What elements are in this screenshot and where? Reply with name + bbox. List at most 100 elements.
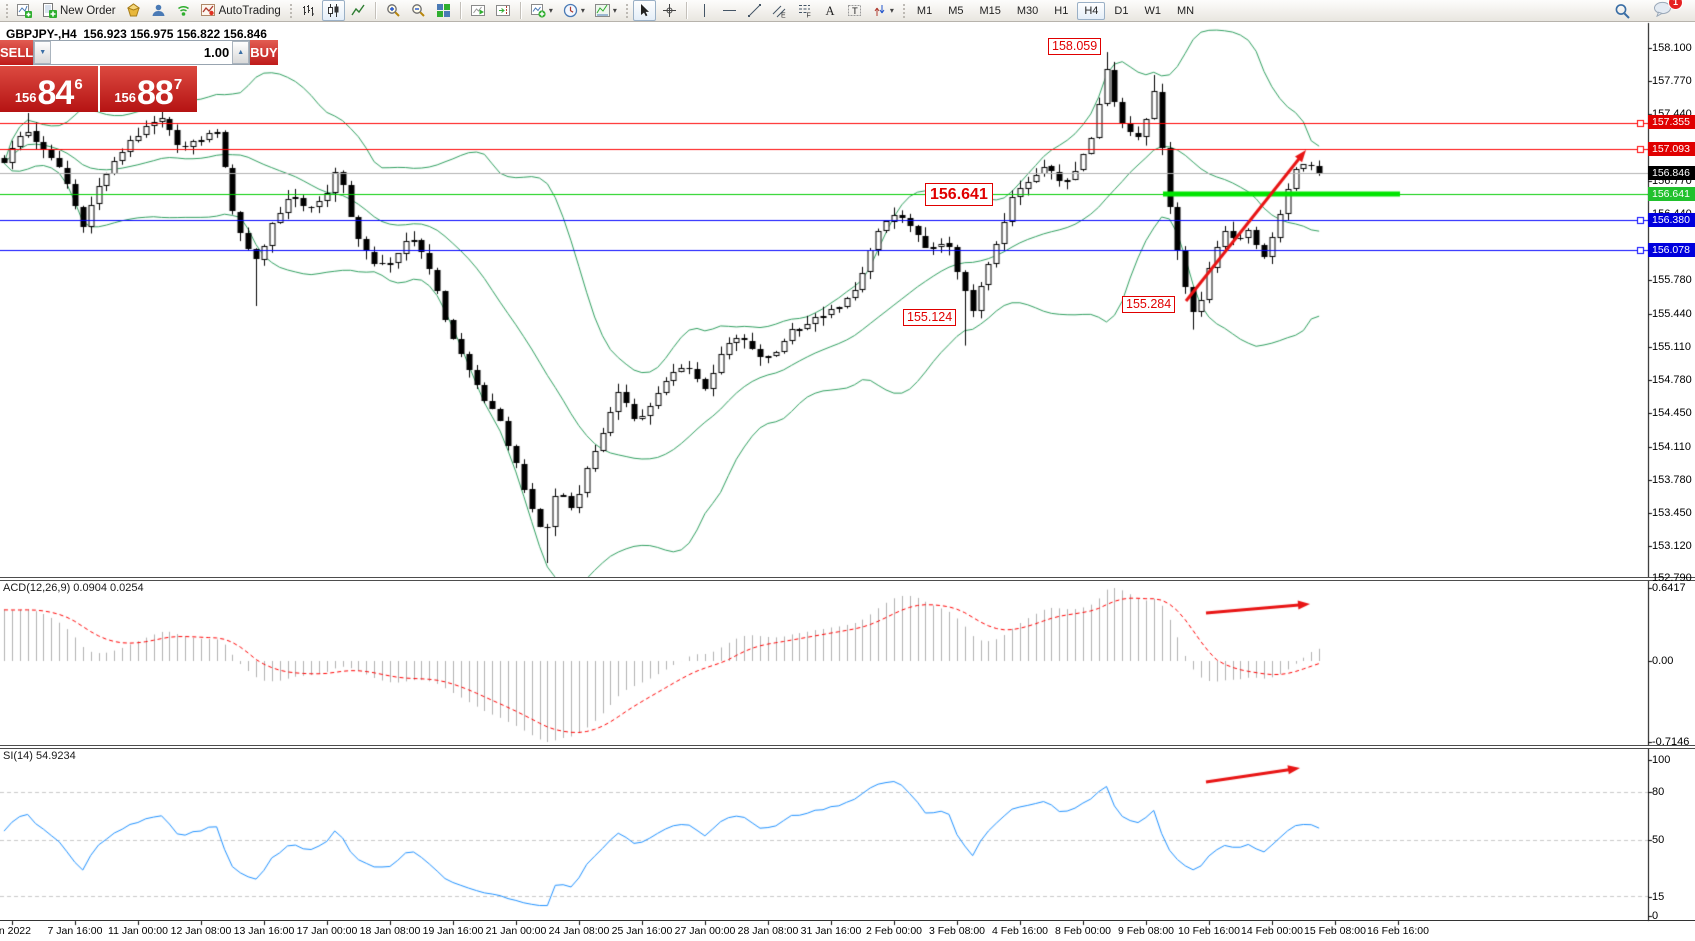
profiles-button[interactable]	[147, 0, 170, 21]
profiles-icon	[151, 3, 166, 18]
price-badge: 156.380	[1648, 213, 1695, 227]
time-axis-label: 12 Jan 08:00	[171, 925, 232, 937]
panel-separator[interactable]	[0, 577, 1695, 581]
indicators-dropdown[interactable]: ▾	[527, 0, 557, 21]
price-callout[interactable]: 155.124	[903, 309, 956, 326]
time-axis-label: 19 Jan 16:00	[423, 925, 484, 937]
svg-text:E: E	[781, 13, 786, 19]
text-button[interactable]: A	[818, 0, 841, 21]
toolbar-grip[interactable]	[902, 3, 906, 18]
toolbar-grip[interactable]	[5, 3, 9, 18]
new-order-icon	[42, 3, 57, 18]
line-chart-button[interactable]	[347, 0, 370, 21]
time-axis-label: 7 Jan 16:00	[48, 925, 103, 937]
volume-increase-button[interactable]: ▲	[232, 41, 249, 64]
timeframe-M5[interactable]: M5	[941, 2, 970, 20]
terminal-window: { "toolbar": { "new_order_label": "New O…	[0, 0, 1695, 941]
volume-decrease-button[interactable]: ▼	[34, 41, 51, 64]
arrows-icon	[872, 3, 887, 18]
new-order-button[interactable]: New Order	[38, 0, 120, 21]
timeframe-D1[interactable]: D1	[1107, 2, 1135, 20]
fibonacci-button[interactable]: F	[793, 0, 816, 21]
timeframes-dropdown[interactable]: ▾	[559, 0, 589, 21]
price-axis-label: 153.120	[1652, 540, 1692, 552]
search-button[interactable]	[1610, 0, 1635, 21]
time-axis-label: 24 Jan 08:00	[549, 925, 610, 937]
price-callout[interactable]: 156.641	[925, 183, 993, 206]
toolbar-right-group: 1	[1609, 0, 1693, 21]
chart-shift-button[interactable]	[492, 0, 515, 21]
sell-button[interactable]: SELL	[0, 40, 33, 65]
bar-chart-button[interactable]	[297, 0, 320, 21]
price-callout[interactable]: 158.059	[1048, 38, 1101, 55]
candlestick-chart-button[interactable]	[322, 0, 345, 21]
autotrading-icon	[201, 3, 216, 18]
price-badge: 157.093	[1648, 142, 1695, 156]
macd-indicator-label: ACD(12,26,9) 0.0904 0.0254	[3, 582, 144, 594]
zoom-out-button[interactable]	[407, 0, 430, 21]
ask-price-big: 88	[137, 79, 173, 109]
bid-price-big: 84	[38, 79, 74, 109]
macd-axis-label: 0.00	[1652, 655, 1673, 667]
buy-button[interactable]: BUY	[250, 40, 277, 65]
timeframe-MN[interactable]: MN	[1170, 2, 1201, 20]
metaeditor-icon	[126, 3, 141, 18]
crosshair-button[interactable]	[658, 0, 681, 21]
buy-price-button[interactable]: 156 88 7	[100, 66, 198, 112]
svg-text:A: A	[825, 4, 834, 18]
chart-canvas[interactable]	[0, 0, 1695, 941]
timeframe-W1[interactable]: W1	[1137, 2, 1168, 20]
metaeditor-button[interactable]	[122, 0, 145, 21]
time-axis-label: 14 Feb 00:00	[1241, 925, 1303, 937]
time-axis-label: 9 Feb 08:00	[1118, 925, 1174, 937]
auto-scroll-button[interactable]	[467, 0, 490, 21]
cursor-button[interactable]	[633, 0, 656, 21]
timeframe-H1[interactable]: H1	[1047, 2, 1075, 20]
text-label-button[interactable]: T	[843, 0, 866, 21]
templates-dropdown[interactable]: ▾	[591, 0, 621, 21]
arrows-dropdown[interactable]: ▾	[868, 0, 898, 21]
panel-separator[interactable]	[0, 745, 1695, 749]
new-chart-icon	[17, 3, 32, 18]
timeframe-M1[interactable]: M1	[910, 2, 939, 20]
time-axis-label: an 2022	[0, 925, 31, 937]
equidistant-channel-icon: E	[772, 3, 787, 18]
signals-button[interactable]	[172, 0, 195, 21]
zoom-in-button[interactable]	[382, 0, 405, 21]
bid-price-pipette: 6	[74, 76, 82, 93]
rsi-axis-label: 15	[1652, 891, 1664, 903]
timeframe-H4[interactable]: H4	[1077, 2, 1105, 20]
toolbar-separator	[686, 2, 688, 19]
notification-badge: 1	[1668, 0, 1683, 10]
equidistant-channel-button[interactable]: E	[768, 0, 791, 21]
price-axis-label: 155.110	[1652, 341, 1691, 353]
volume-box: ▼ ▲	[33, 40, 250, 65]
zoom-in-icon	[386, 3, 401, 18]
svg-text:F: F	[806, 13, 810, 19]
toolbar-grip[interactable]	[625, 3, 629, 18]
rsi-axis-label: 80	[1652, 786, 1664, 798]
one-click-trading-panel: SELL ▼ ▲ BUY 156 84 6 156 88 7	[0, 40, 197, 112]
toolbar-grip[interactable]	[289, 3, 293, 18]
chart-shift-icon	[496, 3, 511, 18]
vertical-line-button[interactable]	[693, 0, 716, 21]
price-callout[interactable]: 155.284	[1122, 296, 1175, 313]
chat-button[interactable]: 1	[1649, 0, 1676, 21]
sell-price-button[interactable]: 156 84 6	[0, 66, 98, 112]
time-axis-label: 25 Jan 16:00	[612, 925, 673, 937]
price-axis-label: 153.780	[1652, 474, 1692, 486]
price-axis-label: 154.780	[1652, 374, 1692, 386]
new-chart-button[interactable]	[13, 0, 36, 21]
svg-text:T: T	[852, 6, 858, 17]
timeframe-M30[interactable]: M30	[1010, 2, 1045, 20]
trendline-button[interactable]	[743, 0, 766, 21]
autotrading-button[interactable]: AutoTrading	[197, 0, 285, 21]
search-icon	[1614, 3, 1631, 19]
volume-input[interactable]	[51, 41, 232, 64]
macd-axis-label: 0.6417	[1652, 582, 1686, 594]
horizontal-line-button[interactable]	[718, 0, 741, 21]
fibonacci-icon: F	[797, 3, 812, 18]
timeframe-M15[interactable]: M15	[972, 2, 1007, 20]
text-icon: A	[822, 3, 837, 18]
tile-windows-button[interactable]	[432, 0, 455, 21]
